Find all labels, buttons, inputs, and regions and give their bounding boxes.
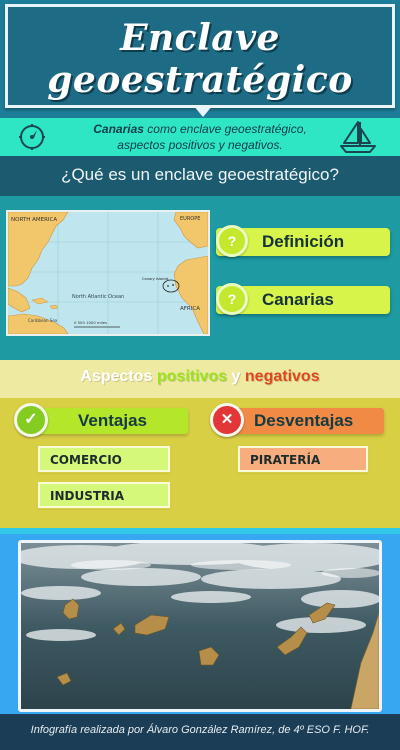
ventajas-title: Ventajas — [78, 411, 147, 430]
canarias-label: Canarias — [262, 290, 334, 309]
desventaja-item-label: PIRATERÍA — [250, 453, 321, 467]
aspects-prefix: Aspectos — [80, 368, 157, 385]
footer-credit: Infografía realizada por Álvaro González… — [30, 724, 370, 736]
sailboat-icon — [340, 121, 376, 153]
title-line-1: Enclave — [120, 17, 280, 59]
subtitle-line2: aspectos positivos y negativos. — [117, 138, 283, 152]
atlantic-map[interactable]: NORTH AMERICA EUROPE North Atlantic Ocea… — [6, 210, 210, 336]
aspects-positivos: positivos — [156, 368, 228, 385]
question-heading: ¿Qué es un enclave geoestratégico? — [61, 165, 339, 184]
definicion-label: Definición — [262, 232, 345, 251]
aspects-section: ✓ Ventajas ✕ Desventajas COMERCIO INDUST… — [0, 398, 400, 528]
footer: Infografía realizada por Álvaro González… — [0, 714, 400, 750]
aspects-heading: Aspectos positivos y negativos — [0, 368, 400, 386]
title-box: Enclave geoestratégico — [5, 4, 395, 108]
definicion-button[interactable]: ? Definición — [216, 225, 390, 257]
label-scale: 0 500 1000 miles — [74, 320, 107, 325]
aspects-negativos: negativos — [244, 368, 320, 385]
satellite-image[interactable] — [18, 540, 382, 712]
question-mark-icon: ? — [216, 225, 248, 257]
satellite-section — [0, 528, 400, 714]
label-ocean: North Atlantic Ocean — [72, 294, 124, 300]
map-graphic: NORTH AMERICA EUROPE North Atlantic Ocea… — [8, 212, 208, 334]
close-icon: ✕ — [210, 403, 244, 437]
ventaja-item-label: INDUSTRIA — [50, 489, 125, 503]
ventajas-header[interactable]: ✓ Ventajas — [14, 403, 188, 437]
aspects-band: Aspectos positivos y negativos — [0, 360, 400, 398]
title-line-2: geoestratégico — [47, 59, 353, 101]
ventaja-item-label: COMERCIO — [50, 453, 122, 467]
question-band: ¿Qué es un enclave geoestratégico? — [0, 156, 400, 196]
canarias-button[interactable]: ? Canarias — [216, 283, 390, 315]
subtitle-bold: Canarias — [93, 122, 144, 136]
desventajas-header[interactable]: ✕ Desventajas — [210, 403, 384, 437]
title-pointer — [193, 105, 213, 117]
subtitle: Canarias como enclave geoestratégico, as… — [70, 121, 330, 153]
definition-section: NORTH AMERICA EUROPE North Atlantic Ocea… — [0, 196, 400, 360]
subtitle-rest: como enclave geoestratégico, — [143, 122, 307, 136]
ventaja-item-industria[interactable]: INDUSTRIA — [37, 481, 171, 509]
satellite-graphic — [21, 543, 379, 709]
desventajas-title: Desventajas — [254, 411, 354, 430]
label-caribbean: Caribbean Sea — [28, 318, 58, 323]
satellite-section-stripe — [0, 528, 400, 534]
compass-icon — [19, 124, 45, 150]
label-africa: AFRICA — [180, 306, 200, 312]
header: Enclave geoestratégico — [0, 0, 400, 118]
label-canary: Canary Islands — [142, 277, 169, 281]
label-north-america: NORTH AMERICA — [11, 217, 57, 223]
aspects-middle: y — [227, 368, 245, 385]
desventaja-item-pirateria[interactable]: PIRATERÍA — [237, 445, 369, 473]
subtitle-band: Canarias como enclave geoestratégico, as… — [0, 118, 400, 156]
ventaja-item-comercio[interactable]: COMERCIO — [37, 445, 171, 473]
label-europe: EUROPE — [180, 216, 200, 222]
question-mark-icon: ? — [216, 283, 248, 315]
check-icon: ✓ — [14, 403, 48, 437]
